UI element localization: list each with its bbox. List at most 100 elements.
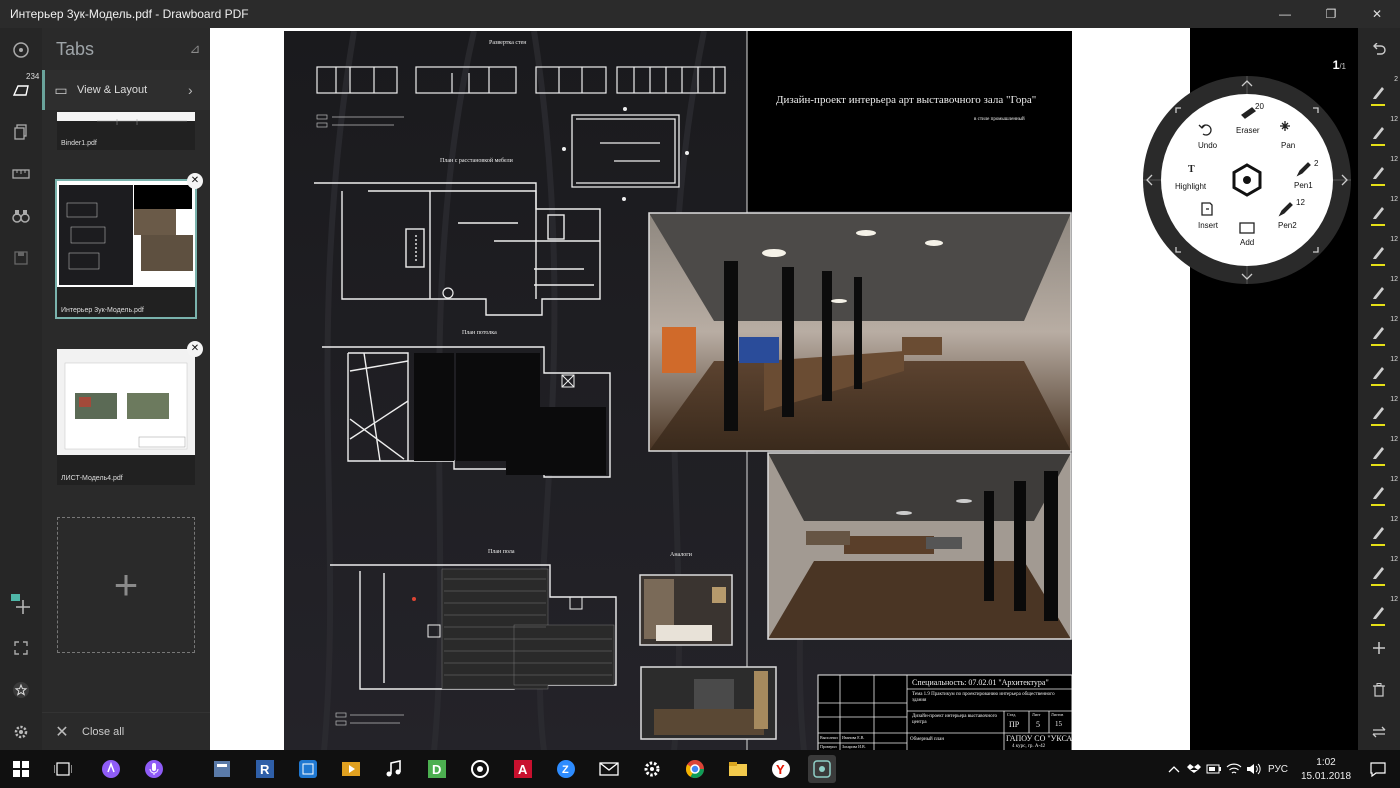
pen-preset-5[interactable]: 12 xyxy=(1358,232,1400,272)
layout-icon[interactable]: 234 xyxy=(0,70,42,110)
pen-icon xyxy=(1373,607,1384,619)
start-icon[interactable] xyxy=(7,755,35,783)
tab-thumbnail xyxy=(57,349,195,455)
drawboard-app-icon[interactable] xyxy=(808,755,836,783)
pen-preset-2[interactable]: 12 xyxy=(1358,112,1400,152)
zoom-app-icon[interactable]: Z xyxy=(552,755,580,783)
analog-image-2 xyxy=(640,666,777,740)
elevations-label: Развертка стен xyxy=(489,40,527,46)
right-toolbar: 2 12 12 12 12 12 12 12 12 12 12 12 12 12 xyxy=(1358,28,1400,750)
target-app-icon[interactable] xyxy=(466,755,494,783)
pen-icon xyxy=(1373,287,1384,299)
radial-tool-menu[interactable]: T Eraser 20 Pan Pen1 2 Pen2 12 Add Inser… xyxy=(1142,75,1352,285)
pen-preset-12[interactable]: 12 xyxy=(1358,512,1400,552)
pin-icon[interactable]: ⊿ xyxy=(180,41,210,57)
photo-app-icon[interactable] xyxy=(294,755,322,783)
radial-eraser[interactable]: Eraser xyxy=(1236,126,1260,135)
trash-icon[interactable] xyxy=(1358,670,1400,710)
radial-undo[interactable]: Undo xyxy=(1198,141,1217,150)
pen-size: 2 xyxy=(1394,76,1398,83)
tab-list-model4[interactable]: ✕ ЛИСТ-Модель4.pdf xyxy=(57,341,203,485)
dictionary-icon[interactable]: D xyxy=(423,755,451,783)
tab-interior-model[interactable]: ✕ Интерьер 3ук-Модель.pdf xyxy=(55,173,203,319)
restore-button[interactable]: ❐ xyxy=(1308,0,1354,28)
add-pen-icon[interactable] xyxy=(1358,628,1400,668)
pen-preset-10[interactable]: 12 xyxy=(1358,432,1400,472)
swap-icon[interactable] xyxy=(1358,712,1400,752)
calculator-app-icon[interactable] xyxy=(208,755,236,783)
close-tab-icon[interactable]: ✕ xyxy=(187,341,203,357)
left-rail: 234 xyxy=(0,28,42,750)
file-explorer-icon[interactable] xyxy=(724,755,752,783)
autocad-icon[interactable]: A xyxy=(509,755,537,783)
pages-icon[interactable] xyxy=(0,112,42,152)
tab-binder1[interactable]: Binder1.pdf xyxy=(57,112,195,150)
windows-taskbar: R D A Z Y РУС 1:02 15.01.2018 xyxy=(0,750,1400,788)
favorite-icon[interactable] xyxy=(0,670,42,710)
close-window-button[interactable]: ✕ xyxy=(1354,0,1400,28)
radial-add[interactable]: Add xyxy=(1240,238,1254,247)
radial-highlight[interactable]: Highlight xyxy=(1175,182,1206,191)
task-view-icon[interactable] xyxy=(49,755,77,783)
settings-icon[interactable] xyxy=(0,712,42,752)
view-layout-button[interactable]: ▭ View & Layout › xyxy=(42,70,210,110)
microphone-icon[interactable] xyxy=(140,755,168,783)
pen-preset-9[interactable]: 12 xyxy=(1358,392,1400,432)
svg-text:R: R xyxy=(260,762,270,777)
title-bar: Интерьер 3ук-Модель.pdf - Drawboard PDF … xyxy=(0,0,1400,28)
page-indicator[interactable]: 1/1 xyxy=(1333,58,1346,72)
yandex-browser-icon[interactable]: Y xyxy=(767,755,795,783)
document-canvas[interactable]: Развертка стен Дизайн-проект интерьера а… xyxy=(210,28,1190,751)
video-app-icon[interactable] xyxy=(337,755,365,783)
floor-plan-label: План пола xyxy=(488,549,515,555)
add-spark-icon[interactable] xyxy=(0,584,42,624)
stamp-sheet: 5 xyxy=(1036,720,1040,729)
add-tab-button[interactable]: + xyxy=(57,517,195,653)
undo-icon[interactable] xyxy=(1358,30,1400,70)
close-all-button[interactable]: ✕ Close all xyxy=(42,712,210,750)
clock[interactable]: 1:02 15.01.2018 xyxy=(1300,756,1352,784)
pen-color-swatch xyxy=(1371,224,1385,226)
input-language[interactable]: РУС xyxy=(1268,764,1288,775)
pen-preset-7[interactable]: 12 xyxy=(1358,312,1400,352)
stamp-dev-name: Иванова Е.В. xyxy=(842,735,865,740)
pen-preset-11[interactable]: 12 xyxy=(1358,472,1400,512)
pen-preset-8[interactable]: 12 xyxy=(1358,352,1400,392)
drawboard-logo-icon[interactable] xyxy=(0,30,42,70)
close-tab-icon[interactable]: ✕ xyxy=(187,173,203,189)
notifications-icon[interactable] xyxy=(1364,755,1392,783)
volume-icon[interactable] xyxy=(1240,755,1268,783)
revit-icon[interactable]: R xyxy=(251,755,279,783)
stamp-stage-label: Стад. xyxy=(1007,712,1017,717)
music-icon[interactable] xyxy=(380,755,408,783)
binoculars-icon[interactable] xyxy=(0,196,42,236)
close-icon: ✕ xyxy=(55,723,69,741)
pen-color-swatch xyxy=(1371,104,1385,106)
pen-color-swatch xyxy=(1371,184,1385,186)
pen-icon xyxy=(1373,167,1384,179)
save-icon[interactable] xyxy=(0,238,42,278)
pen-color-swatch xyxy=(1371,544,1385,546)
radial-pen1[interactable]: Pen1 xyxy=(1294,181,1313,190)
pen-preset-6[interactable]: 12 xyxy=(1358,272,1400,312)
minimize-button[interactable]: — xyxy=(1262,0,1308,28)
pen-preset-13[interactable]: 12 xyxy=(1358,552,1400,592)
radial-pan[interactable]: Pan xyxy=(1281,141,1295,150)
pen-preset-4[interactable]: 12 xyxy=(1358,192,1400,232)
alice-icon[interactable] xyxy=(97,755,125,783)
settings-app-icon[interactable] xyxy=(638,755,666,783)
pen-color-swatch xyxy=(1371,384,1385,386)
clock-date: 15.01.2018 xyxy=(1300,771,1352,782)
pdf-page[interactable]: Развертка стен Дизайн-проект интерьера а… xyxy=(284,31,1072,751)
chrome-icon[interactable] xyxy=(681,755,709,783)
radial-eraser-count: 20 xyxy=(1255,102,1264,111)
tab-name: Интерьер 3ук-Модель.pdf xyxy=(61,307,144,314)
pen-preset-14[interactable]: 12 xyxy=(1358,592,1400,632)
radial-pen2[interactable]: Pen2 xyxy=(1278,221,1297,230)
fullscreen-icon[interactable] xyxy=(0,628,42,668)
pen-preset-3[interactable]: 12 xyxy=(1358,152,1400,192)
pen-preset-1[interactable]: 2 xyxy=(1358,72,1400,112)
radial-insert[interactable]: Insert xyxy=(1198,221,1218,230)
ruler-icon[interactable] xyxy=(0,154,42,194)
mail-icon[interactable] xyxy=(595,755,623,783)
